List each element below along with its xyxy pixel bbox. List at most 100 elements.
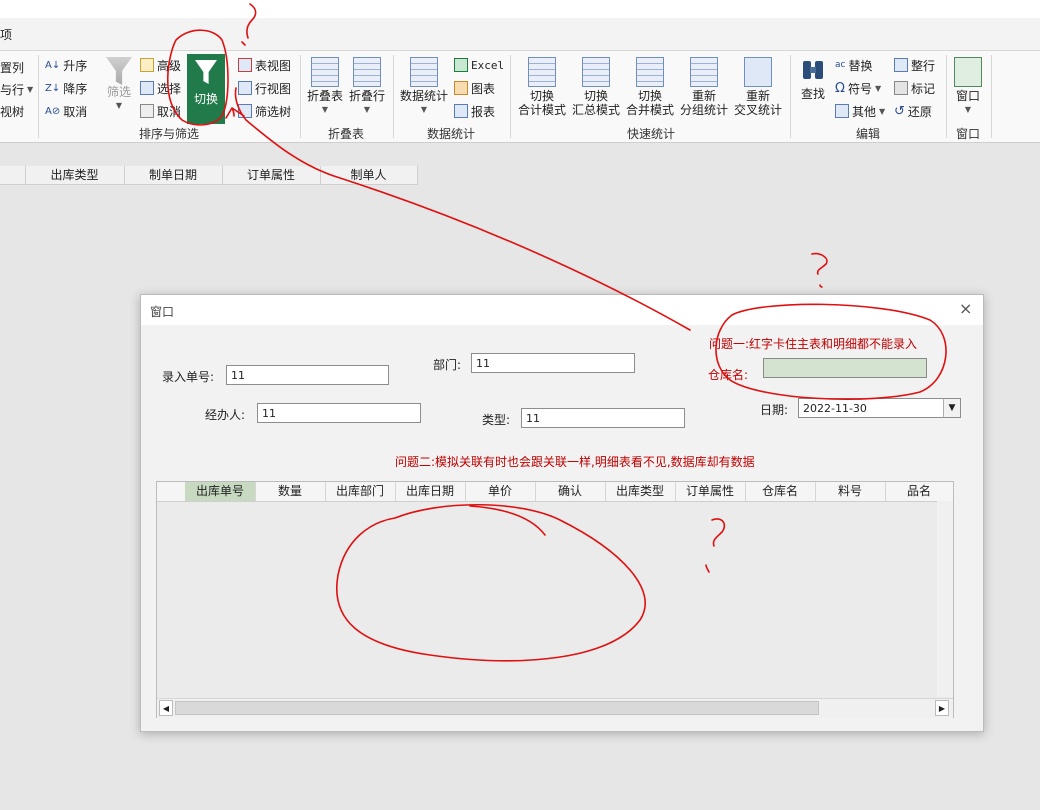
row-view-button[interactable]: 行视图 [238,78,291,98]
find-button[interactable]: 查找 [797,57,829,101]
replace-label: 替换 [848,58,873,73]
switch-total-mode-label-2: 合计模式 [517,103,566,117]
advanced-filter-label: 高级 [157,58,182,73]
group-label-sort-filter: 排序与筛选 [138,127,199,141]
grid-col-warehouse[interactable]: 仓库名 [745,482,816,501]
regroup-stats-button[interactable]: 重新 分组统计 [678,57,730,117]
filter-button[interactable]: 筛选 ▼ [104,57,134,113]
type-label: 类型: [482,413,511,427]
report-label: 报表 [471,104,496,119]
filter-tree-icon [238,104,252,118]
table-view-button[interactable]: 表视图 [238,55,291,75]
mark-button[interactable]: 标记 [894,78,935,98]
whole-row-button[interactable]: 整行 [894,55,935,75]
grid-col-out-dept[interactable]: 出库部门 [325,482,396,501]
switch-filter-button[interactable]: 切换 [187,54,225,124]
chevron-down-icon[interactable]: ▼ [943,398,961,418]
type-input[interactable] [521,408,685,428]
column-header-created-date[interactable]: 制单日期 [124,166,223,184]
fold-table-button[interactable]: 折叠表 ▼ [305,57,345,117]
grid-col-out-no[interactable]: 出库单号 [185,482,256,501]
scroll-left-icon[interactable]: ◀ [159,700,173,716]
data-stats-icon [410,57,438,87]
dept-input[interactable] [471,353,635,373]
grid-col-part-no[interactable]: 料号 [815,482,886,501]
switch-total-mode-label-1: 切换 [529,89,554,103]
grid-col-unit-price[interactable]: 单价 [465,482,536,501]
row-view-icon [238,81,252,95]
report-icon [454,104,468,118]
recross-stats-label-1: 重新 [745,89,770,103]
binoculars-svg [803,61,823,79]
handler-label: 经办人: [205,408,246,422]
annotation-question-mid [811,252,828,288]
excel-label: Excel [471,58,505,72]
column-header-out-type[interactable]: 出库类型 [25,166,125,184]
funnel-icon [106,57,132,85]
column-header-creator[interactable]: 制单人 [320,166,418,184]
sort-cancel-button[interactable]: A⊘ 取消 [45,101,87,121]
grid-col-quantity[interactable]: 数量 [255,482,326,501]
excel-button[interactable]: Excel [454,55,504,75]
chart-button[interactable]: 图表 [454,78,495,98]
switch-merge-mode-label-2: 合并模式 [625,103,674,117]
table-view-icon [238,58,252,72]
sort-asc-button[interactable]: A↓ 升序 [45,55,87,75]
horizontal-scrollbar[interactable]: ◀ ▶ [157,698,953,718]
summary-mode-icon [582,57,610,87]
grid-col-order-attr[interactable]: 订单属性 [675,482,746,501]
select-filter-button[interactable]: 选择 [140,78,181,98]
regroup-stats-label-1: 重新 [691,89,716,103]
dialog-title-bar: 窗口 × [141,295,983,325]
whole-row-icon [894,58,908,72]
vertical-scrollbar[interactable] [937,501,953,697]
window-label: 窗口 [955,89,980,103]
advanced-filter-button[interactable]: 高级 [140,55,181,75]
cross-stats-icon [744,57,772,87]
grid-col-out-date[interactable]: 出库日期 [395,482,466,501]
close-icon[interactable]: × [959,299,972,318]
replace-button[interactable]: ac 替换 [835,55,872,75]
switch-filter-label: 切换 [193,92,218,106]
scrollbar-thumb[interactable] [175,701,819,715]
ribbon-separator [790,55,791,138]
other-button[interactable]: 其他 ▼ [835,101,885,121]
report-button[interactable]: 报表 [454,101,495,121]
scroll-right-icon[interactable]: ▶ [935,700,949,716]
ribbon-partial-item-2[interactable]: 与行 ▼ [0,79,33,99]
date-input[interactable] [798,398,944,418]
cancel-filter-button[interactable]: 取消 [140,101,181,121]
switch-total-mode-button[interactable]: 切换 合计模式 [516,57,568,117]
column-header-partial[interactable] [0,166,26,184]
other-label: 其他 [852,104,877,119]
recross-stats-button[interactable]: 重新 交叉统计 [732,57,784,117]
data-stats-button[interactable]: 数据统计 ▼ [398,57,450,117]
handler-input[interactable] [257,403,421,423]
sort-cancel-label: 取消 [63,104,88,119]
main-grid-header: 出库类型 制单日期 订单属性 制单人 [0,166,418,185]
grid-col-out-type[interactable]: 出库类型 [605,482,676,501]
warehouse-input[interactable] [763,358,927,378]
switch-summary-mode-button[interactable]: 切换 汇总模式 [570,57,622,117]
restore-button[interactable]: ↺ 还原 [894,101,932,121]
filter-tree-button[interactable]: 筛选树 [238,101,291,121]
grid-col-confirm[interactable]: 确认 [535,482,606,501]
switch-merge-mode-button[interactable]: 切换 合并模式 [624,57,676,117]
fold-row-button[interactable]: 折叠行 ▼ [347,57,387,117]
column-header-order-attr[interactable]: 订单属性 [222,166,321,184]
select-filter-icon [140,81,154,95]
ribbon-partial-item-3[interactable]: 视树 [0,101,24,121]
mark-label: 标记 [911,81,936,96]
grid-col-product-name[interactable]: 品名 [885,482,953,501]
ribbon-partial-item-1[interactable]: 置列 [0,57,24,77]
window-button[interactable]: 窗口 ▼ [951,57,985,117]
symbol-button[interactable]: Ω 符号 ▼ [835,78,881,98]
entry-no-input[interactable] [226,365,389,385]
warehouse-label: 仓库名: [708,368,749,382]
date-label: 日期: [760,403,789,417]
ribbon-tab-partial[interactable]: 项 [0,26,12,43]
sort-desc-button[interactable]: Z↓ 降序 [45,78,87,98]
sort-asc-icon: A↓ [45,59,61,71]
ribbon-separator [38,55,39,138]
switch-summary-mode-label-1: 切换 [583,89,608,103]
